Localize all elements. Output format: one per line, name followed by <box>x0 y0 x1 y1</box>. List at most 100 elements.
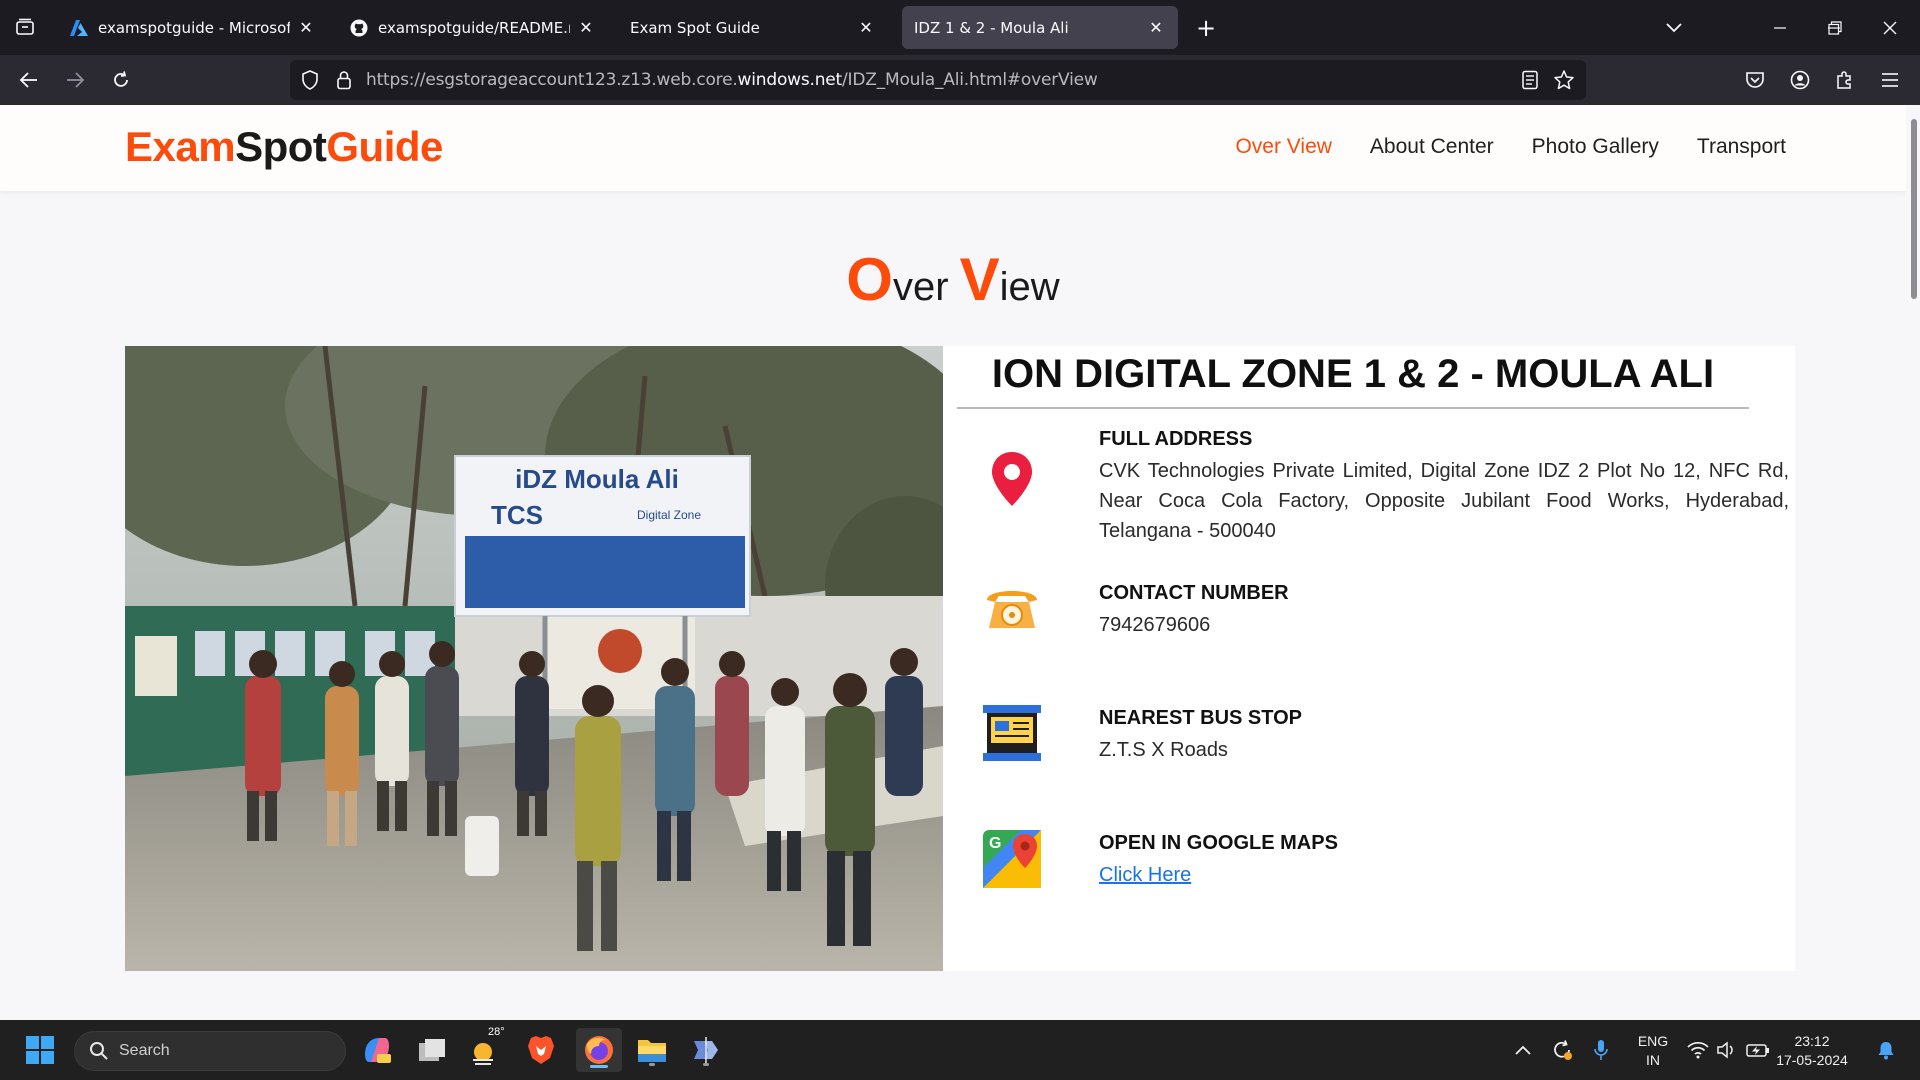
google-maps-icon[interactable]: G <box>981 828 1043 890</box>
url-host: windows.net <box>737 70 843 90</box>
restore-button[interactable] <box>1815 12 1855 44</box>
click-here-link[interactable]: Click Here <box>1099 864 1191 886</box>
tab-azure[interactable]: examspotguide - Microsoft Azu ✕ <box>58 6 328 49</box>
forward-button[interactable] <box>58 63 92 97</box>
folder-icon <box>638 1040 666 1062</box>
scrollbar-thumb[interactable] <box>1911 119 1917 299</box>
brave-browser-button[interactable] <box>521 1030 561 1070</box>
google-maps-block: G OPEN IN GOOGLE MAPS Click Here <box>981 830 1751 912</box>
active-app-indicator <box>590 1065 608 1068</box>
firefox-button[interactable] <box>576 1028 622 1072</box>
address-bar[interactable]: https://esgstorageaccount123.z13.web.cor… <box>290 60 1586 100</box>
sync-tray-button[interactable] <box>1542 1030 1582 1070</box>
bookmark-star-icon[interactable] <box>1552 68 1576 92</box>
sign-brand: TCS <box>491 500 543 530</box>
battery-tray-button[interactable] <box>1738 1030 1778 1070</box>
url-prefix: https://esgstorageaccount123.z13.web.cor… <box>366 70 738 90</box>
back-button[interactable] <box>12 63 46 97</box>
weather-temp: 28° <box>488 1026 505 1038</box>
lock-icon[interactable] <box>332 68 356 92</box>
close-icon <box>1883 21 1897 35</box>
title-letter-v: V <box>959 246 1000 313</box>
bus-stop-label: NEAREST BUS STOP <box>1099 707 1302 729</box>
taskbar-search[interactable]: Search <box>74 1031 346 1071</box>
contact-label: CONTACT NUMBER <box>1099 582 1289 604</box>
address-value: CVK Technologies Private Limited, Digita… <box>1099 460 1789 542</box>
sync-icon <box>1554 1040 1572 1060</box>
chevron-down-icon <box>1666 23 1682 33</box>
nav-transport[interactable]: Transport <box>1697 135 1786 159</box>
microphone-tray-button[interactable] <box>1581 1030 1621 1070</box>
pocket-button[interactable] <box>1738 63 1772 97</box>
reload-icon <box>114 71 128 87</box>
logo-part-guide: Guide <box>326 123 443 170</box>
logo-part-spot: Spot <box>235 123 327 170</box>
new-tab-button[interactable]: + <box>1190 12 1222 44</box>
account-icon <box>1790 70 1810 90</box>
minimize-window-button[interactable] <box>1760 12 1800 44</box>
list-all-tabs-button[interactable] <box>8 10 42 44</box>
sign-sub: Digital Zone <box>637 508 701 522</box>
lang-code: ENG <box>1637 1033 1669 1049</box>
nav-photo-gallery[interactable]: Photo Gallery <box>1532 135 1659 159</box>
brave-lion-icon <box>528 1036 554 1064</box>
google-maps-value: Click Here <box>1099 860 1789 890</box>
section-title: Over View <box>0 245 1906 314</box>
tab-title: IDZ 1 & 2 - Moula Ali <box>914 18 1069 37</box>
input-language-indicator[interactable]: ENG IN <box>1628 1032 1678 1070</box>
close-window-button[interactable] <box>1870 12 1910 44</box>
github-icon <box>350 19 368 37</box>
forward-arrow-icon <box>67 72 85 88</box>
clock-time: 23:12 <box>1794 1033 1830 1049</box>
close-tab-icon[interactable]: ✕ <box>856 18 876 38</box>
sign-title: iDZ Moula Ali <box>515 464 679 494</box>
center-photo: iDZ Moula Ali TCS Digital Zone <box>125 346 943 971</box>
tab-github[interactable]: examspotguide/README.md at ✕ <box>338 6 608 49</box>
close-tab-icon[interactable]: ✕ <box>1146 18 1166 38</box>
app-arrow-icon <box>694 1037 718 1063</box>
nav-about-center[interactable]: About Center <box>1370 135 1494 159</box>
bus-stop-block: NEAREST BUS STOP Z.T.S X Roads <box>981 705 1751 787</box>
site-logo[interactable]: ExamSpotGuide <box>125 123 443 171</box>
bus-stop-icon <box>981 703 1043 765</box>
reader-view-icon[interactable] <box>1518 68 1542 92</box>
task-view-button[interactable] <box>412 1030 452 1070</box>
running-app-indicator <box>649 1063 655 1066</box>
extensions-button[interactable] <box>1828 63 1862 97</box>
tab-exam-spot-guide[interactable]: Exam Spot Guide ✕ <box>618 6 888 49</box>
close-tab-icon[interactable]: ✕ <box>296 18 316 38</box>
address-label: FULL ADDRESS <box>1099 428 1253 450</box>
reload-button[interactable] <box>104 63 138 97</box>
tab-title: examspotguide/README.md at <box>378 18 570 37</box>
search-label: Search <box>119 1042 170 1059</box>
microphone-icon <box>1594 1040 1608 1060</box>
page-scrollbar[interactable] <box>1906 105 1920 1020</box>
site-nav: Over View About Center Photo Gallery Tra… <box>1235 135 1786 159</box>
tab-title: Exam Spot Guide <box>630 18 760 37</box>
show-hidden-icons-button[interactable] <box>1503 1030 1543 1070</box>
start-button[interactable] <box>20 1030 60 1070</box>
azure-icon <box>70 19 88 37</box>
app-button[interactable] <box>686 1030 726 1070</box>
weather-widget[interactable]: 28° <box>466 1026 506 1070</box>
plus-icon: + <box>1195 14 1217 42</box>
center-name-heading: ION DIGITAL ZONE 1 & 2 - MOULA ALI <box>957 352 1749 409</box>
copilot-button[interactable] <box>357 1030 397 1070</box>
clock[interactable]: 23:12 17-05-2024 <box>1774 1032 1850 1070</box>
center-photo-illustration: iDZ Moula Ali TCS Digital Zone <box>125 346 943 971</box>
menu-button[interactable] <box>1873 63 1907 97</box>
notifications-button[interactable] <box>1866 1030 1906 1070</box>
tab-moula-ali[interactable]: IDZ 1 & 2 - Moula Ali ✕ <box>902 6 1178 49</box>
puzzle-icon <box>1837 71 1851 89</box>
file-explorer-button[interactable] <box>632 1030 672 1070</box>
bell-icon <box>1878 1042 1894 1060</box>
tab-overflow-button[interactable] <box>1654 12 1694 44</box>
account-button[interactable] <box>1783 63 1817 97</box>
shield-icon[interactable] <box>298 68 322 92</box>
bus-stop-value: Z.T.S X Roads <box>1099 739 1228 761</box>
url-text[interactable]: https://esgstorageaccount123.z13.web.cor… <box>366 70 1098 90</box>
close-tab-icon[interactable]: ✕ <box>576 18 596 38</box>
pocket-icon <box>1746 72 1764 88</box>
back-arrow-icon <box>19 72 37 88</box>
nav-over-view[interactable]: Over View <box>1235 135 1331 159</box>
